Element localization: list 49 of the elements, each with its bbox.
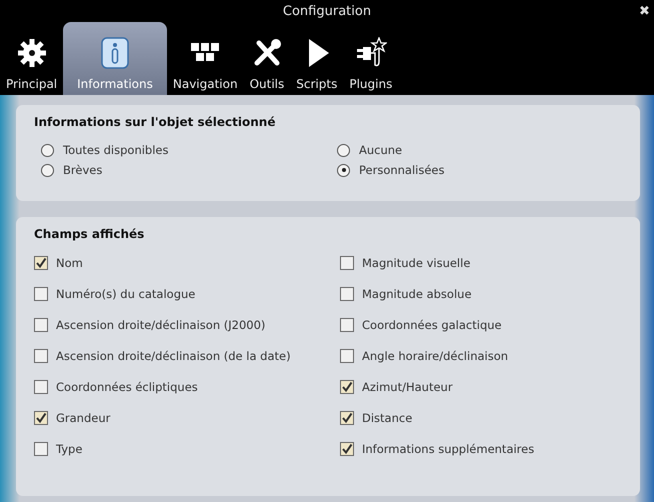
checkbox-label: Grandeur — [56, 411, 110, 425]
option-label: Personnalisées — [359, 163, 445, 177]
info-icon — [99, 37, 131, 69]
checkbox[interactable] — [340, 287, 354, 301]
option-label: Aucune — [359, 143, 402, 157]
checkbox-label: Angle horaire/déclinaison — [362, 349, 508, 363]
checkbox-label: Coordonnées galactique — [362, 318, 502, 332]
checkbox[interactable] — [340, 318, 354, 332]
checkbox-label: Informations supplémentaires — [362, 442, 534, 456]
checkbox[interactable] — [34, 349, 48, 363]
checkbox-label: Numéro(s) du catalogue — [56, 287, 196, 301]
radio-button[interactable] — [337, 164, 350, 176]
option-label: Toutes disponibles — [63, 143, 168, 157]
checkbox[interactable] — [34, 318, 48, 332]
gear-icon — [16, 37, 48, 69]
tab[interactable]: Outils — [244, 22, 290, 95]
tab[interactable]: Principal — [0, 22, 64, 95]
checkbox[interactable] — [340, 380, 354, 394]
checkbox[interactable] — [34, 411, 48, 425]
plug-icon — [354, 37, 387, 69]
close-button[interactable]: ✖ — [639, 3, 650, 19]
option-label: Brèves — [63, 163, 102, 177]
checkbox[interactable] — [340, 349, 354, 363]
radio-button[interactable] — [41, 164, 54, 176]
checkbox-label: Magnitude visuelle — [362, 256, 470, 270]
checkbox[interactable] — [340, 411, 354, 425]
checkbox-label: Azimut/Hauteur — [362, 380, 453, 394]
tab[interactable]: Navigation — [166, 22, 244, 95]
checkbox-label: Distance — [362, 411, 412, 425]
window-title: Configuration — [282, 4, 372, 18]
checkbox[interactable] — [340, 256, 354, 270]
checkbox[interactable] — [34, 256, 48, 270]
section-title: Champs affichés — [34, 227, 146, 241]
checkbox-label: Ascension droite/déclinaison (J2000) — [56, 318, 266, 332]
checkbox[interactable] — [34, 442, 48, 456]
tab[interactable]: Scripts — [290, 22, 344, 95]
tab[interactable]: Plugins — [343, 22, 398, 95]
checkbox-label: Type — [56, 442, 82, 456]
checkbox-label: Magnitude absolue — [362, 287, 472, 301]
radio-button[interactable] — [41, 144, 54, 156]
checkbox[interactable] — [340, 442, 354, 456]
checkbox-label: Nom — [56, 256, 83, 270]
checkbox-label: Ascension droite/déclinaison (de la date) — [56, 349, 291, 363]
section-title: Informations sur l'objet sélectionné — [34, 115, 276, 129]
tab[interactable]: Informations — [63, 22, 167, 95]
checkbox[interactable] — [34, 287, 48, 301]
radio-button[interactable] — [337, 144, 350, 156]
checkbox[interactable] — [34, 380, 48, 394]
checkbox-label: Coordonnées écliptiques — [56, 380, 198, 394]
